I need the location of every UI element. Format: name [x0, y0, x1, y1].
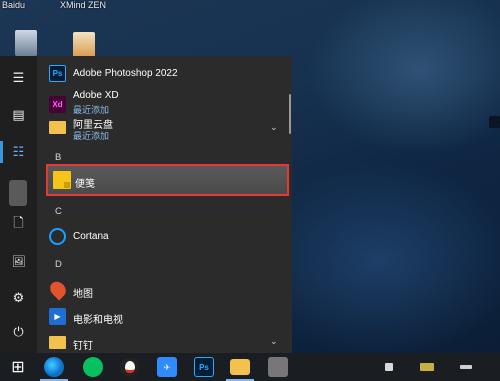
app-label: Cortana — [73, 231, 109, 242]
group-header-d[interactable]: D — [55, 259, 62, 270]
group-header-b[interactable]: B — [55, 152, 61, 163]
folder-icon — [49, 121, 66, 134]
chevron-down-icon[interactable]: ⌄ — [270, 336, 278, 347]
desktop-icon-label-baidu[interactable]: Baidu — [2, 0, 25, 10]
list-item-adobe-photoshop[interactable]: Ps Adobe Photoshop 2022 — [37, 60, 292, 86]
feishu-icon[interactable]: ✈ — [157, 357, 177, 377]
app-taskbar-icon[interactable] — [268, 357, 288, 377]
folder-label: 钉钉 — [73, 341, 93, 352]
app-label: 便笺 — [75, 179, 95, 190]
app-label: 电影和电视 — [73, 315, 123, 326]
desktop-shortcut-icon[interactable] — [15, 30, 37, 56]
wechat-icon[interactable] — [83, 357, 103, 377]
list-item-movies-tv[interactable]: ▶ 电影和电视 — [37, 303, 292, 329]
adobe-xd-icon: Xd — [49, 96, 66, 113]
desktop-edge-icon — [489, 116, 500, 128]
network-icon[interactable] — [385, 363, 393, 371]
photoshop-icon: Ps — [49, 65, 66, 82]
start-menu-app-list[interactable]: Ps Adobe Photoshop 2022 Xd Adobe XD 最近添加… — [37, 56, 292, 353]
all-apps-list-icon[interactable]: ☷ — [0, 138, 37, 166]
list-item-cortana[interactable]: Cortana — [37, 223, 292, 249]
pictures-icon[interactable]: 🖼 — [0, 247, 37, 275]
list-item-dingtalk-folder[interactable]: 钉钉 ⌄ — [37, 329, 292, 353]
qq-penguin-icon[interactable] — [120, 357, 140, 377]
tray-app-icon[interactable] — [420, 363, 434, 371]
list-item-maps[interactable]: 地图 — [37, 277, 292, 303]
list-item-aliyun-folder[interactable]: 阿里云盘 最近添加 ⌄ — [37, 114, 292, 144]
settings-gear-icon[interactable]: ⚙ — [0, 284, 37, 312]
app-label: Adobe XD — [73, 90, 119, 101]
document-icon[interactable]: 🗋 — [0, 211, 37, 239]
folder-icon — [49, 336, 66, 349]
user-avatar[interactable] — [9, 180, 27, 206]
power-icon[interactable]: ⏻ — [0, 318, 37, 346]
file-explorer-icon[interactable] — [230, 359, 250, 375]
recently-added-badge: 最近添加 — [73, 131, 110, 141]
desktop-icon-label-xmind[interactable]: XMind ZEN — [60, 0, 106, 10]
app-label: 地图 — [73, 289, 93, 300]
desktop-shortcut-icon[interactable] — [73, 32, 95, 58]
tiles-icon[interactable]: ▤ — [0, 101, 37, 129]
cortana-icon — [49, 228, 66, 245]
movie-film-icon: ▶ — [49, 308, 66, 325]
photoshop-taskbar-icon[interactable]: Ps — [194, 357, 214, 377]
group-header-c[interactable]: C — [55, 206, 62, 217]
start-menu-rail: ☰ ▤ ☷ 🗋 🖼 ⚙ ⏻ — [0, 56, 37, 353]
hamburger-menu-icon[interactable]: ☰ — [0, 64, 37, 92]
edge-browser-icon[interactable] — [44, 357, 64, 377]
chevron-down-icon[interactable]: ⌄ — [270, 122, 278, 133]
sticky-notes-icon — [53, 171, 71, 189]
list-item-sticky-notes-highlighted[interactable]: 便笺 — [46, 164, 289, 196]
taskbar: ⊞ ✈ Ps — [0, 353, 500, 381]
app-label: Adobe Photoshop 2022 — [73, 68, 178, 79]
windows-start-icon[interactable]: ⊞ — [8, 357, 28, 377]
tray-indicator-icon[interactable] — [460, 365, 472, 369]
map-pin-icon — [47, 278, 69, 301]
